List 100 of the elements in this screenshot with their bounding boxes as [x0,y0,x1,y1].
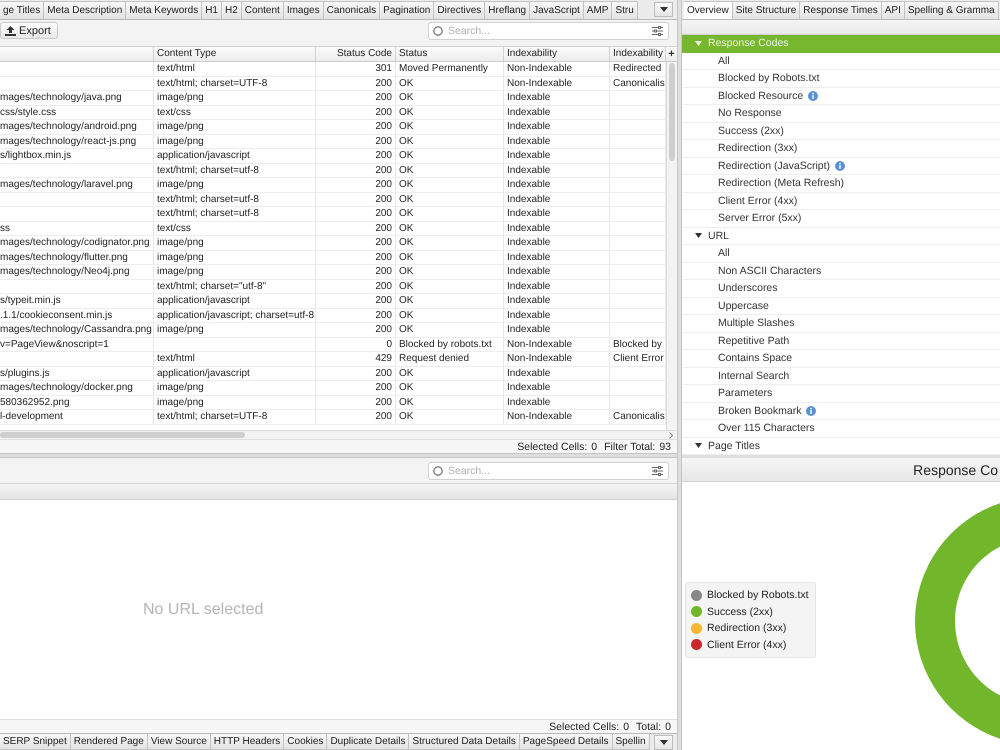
table-cell: Indexable [504,120,610,134]
table-cell: OK [396,192,504,206]
table-cell: application/javascript [154,366,316,380]
tree-item[interactable]: Repetitive Path [682,332,1000,350]
table-cell: 200 [316,250,396,264]
tab[interactable]: HTTP Headers [210,734,284,750]
tab[interactable]: Response Times [800,1,882,19]
tab[interactable]: Overview [684,1,733,19]
table-cell: 200 [316,323,396,336]
search-field[interactable]: Search... [428,462,669,480]
column-header[interactable]: Indexability [504,47,610,61]
tab[interactable]: H2 [222,1,242,19]
tree-item[interactable]: Success (2xx) [682,122,1000,140]
tree-item[interactable]: URL [682,228,1000,245]
tab[interactable]: Pagination [380,1,434,19]
tab[interactable]: Duplicate Details [327,734,410,750]
table-cell: OK [396,106,504,119]
tab[interactable]: Spellin [612,734,650,750]
tab[interactable]: Rendered Page [70,734,148,750]
legend-label: Blocked by Robots.txt [707,589,809,602]
tree-item[interactable]: Redirection (Meta Refresh) [682,175,1000,192]
tree-item[interactable]: All [682,52,1000,70]
tab[interactable]: Spelling & Gramma [904,1,999,19]
table-cell: Indexable [504,164,610,177]
tab-overflow-button[interactable] [654,2,673,17]
tab[interactable]: View Source [148,734,211,750]
tree-item[interactable]: Over 115 Characters [682,420,1000,438]
table-cell: s/typeit.min.js [0,294,154,308]
table-cell: 200 [316,76,396,90]
tab[interactable]: Meta Description [44,1,126,19]
search-field[interactable]: Search... [428,22,669,40]
tab[interactable]: Hreflang [485,1,530,19]
tree-item[interactable]: Parameters [682,385,1000,402]
status-value: 0 [623,720,630,732]
table-cell: text/html; charset=UTF-8 [154,76,316,90]
tab[interactable]: Structured Data Details [409,734,520,750]
table-cell: Indexable [504,294,610,308]
column-header[interactable]: Status [396,47,504,61]
table-cell: text/css [154,106,316,119]
table-cell: Non-Indexable [504,76,610,90]
tree-item[interactable]: No Response [682,105,1000,122]
scrollbar-thumb[interactable] [0,432,245,438]
column-header[interactable]: Content Type [154,47,316,61]
vertical-scrollbar[interactable] [666,62,677,430]
scrollbar-thumb[interactable] [669,63,675,161]
table-cell: 200 [316,164,396,177]
tab[interactable]: API [882,1,905,19]
tree-item[interactable]: Multiple Slashes [682,315,1000,332]
tab[interactable]: H1 [202,1,222,19]
table-cell: mages/technology/react-js.png [0,134,154,148]
table-cell: mages/technology/flutter.png [0,250,154,264]
table-cell: 200 [316,178,396,192]
tab[interactable]: PageSpeed Details [520,734,612,750]
table-cell: text/html [154,352,316,366]
tab[interactable]: Directives [434,1,486,19]
empty-state-message: No URL selected [143,600,264,618]
tab[interactable]: Images [284,1,324,19]
table-cell: Non-Indexable [504,62,610,76]
tab[interactable]: ge Titles [0,1,44,19]
table-cell: OK [396,207,504,220]
tab[interactable]: AMP [584,1,612,19]
table-cell: 200 [316,236,396,250]
column-header[interactable]: Status Code [316,47,396,61]
tree-item[interactable]: Internal Search [682,368,1000,385]
tree-item[interactable]: Redirection (JavaScript) [682,158,1000,175]
table-cell: Blocked by robots.txt [396,338,504,351]
tree-item[interactable]: Redirection (3xx) [682,140,1000,158]
table-cell: application/javascript; charset=utf-8 [154,308,316,322]
tree-item[interactable]: Blocked Resource [682,88,1000,105]
tab[interactable]: Cookies [284,734,328,750]
tree-item[interactable]: Uppercase [682,298,1000,315]
tree-item[interactable]: Blocked by Robots.txt [682,70,1000,88]
tab[interactable]: Stru [612,1,638,19]
table-cell: Indexable [504,323,610,336]
export-button[interactable]: Export [0,22,58,39]
tab[interactable]: Content [242,1,284,19]
table-cell: Indexable [504,366,610,380]
tab[interactable]: JavaScript [530,1,584,19]
tree-item[interactable]: Non ASCII Characters [682,262,1000,280]
legend-label: Redirection (3xx) [707,622,786,634]
status-label: Total: [636,720,662,732]
table-cell: mages/technology/Neo4j.png [0,265,154,278]
tree-item[interactable]: Contains Space [682,350,1000,368]
tree-item[interactable]: Broken Bookmark [682,402,1000,420]
caret-down-icon [660,740,668,744]
tab-overflow-button[interactable] [654,734,673,750]
search-icon [433,26,443,36]
tab[interactable]: Meta Keywords [126,1,202,19]
tree-item[interactable]: Underscores [682,280,1000,298]
table-cell: 200 [316,381,396,394]
horizontal-scrollbar[interactable] [0,430,677,439]
table-cell: 200 [316,149,396,162]
tree-item[interactable]: Client Error (4xx) [682,192,1000,210]
legend-label: Client Error (4xx) [707,638,786,651]
add-column-button[interactable]: + [666,47,677,62]
tree-item[interactable]: Server Error (5xx) [682,210,1000,228]
tree-item[interactable]: All [682,245,1000,262]
tab[interactable]: Canonicals [324,1,380,19]
tab[interactable]: SERP Snippet [0,734,71,750]
tab[interactable]: Site Structure [732,1,800,19]
